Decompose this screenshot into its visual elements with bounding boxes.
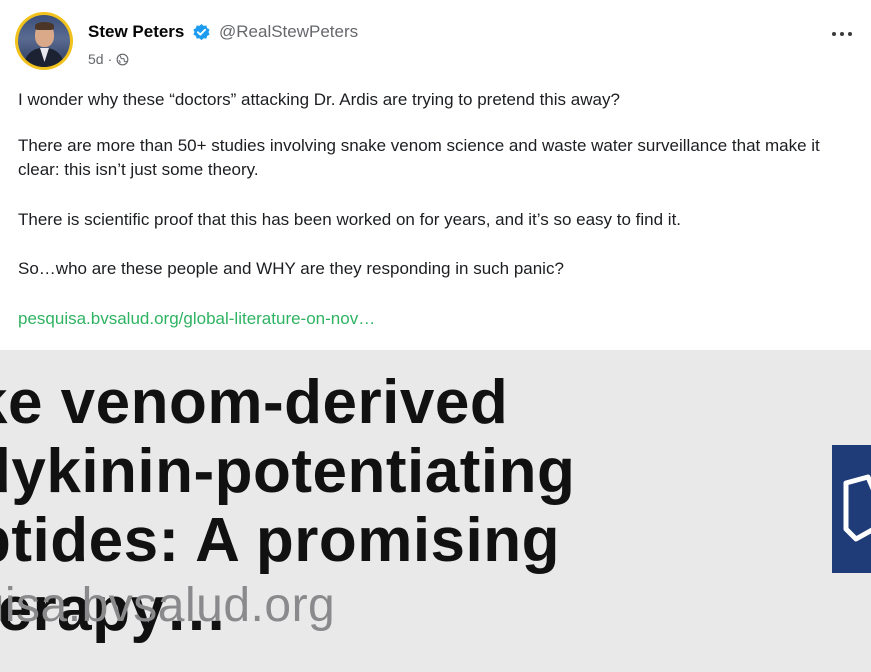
- more-options-icon-dot: [840, 32, 844, 36]
- post-timestamp[interactable]: 5d: [88, 51, 104, 67]
- avatar[interactable]: [15, 12, 73, 70]
- more-options-icon: [832, 32, 836, 36]
- more-options-button[interactable]: [826, 20, 858, 48]
- preview-thumbnail: [832, 445, 871, 573]
- author-name[interactable]: Stew Peters: [88, 22, 184, 42]
- avatar-image: [18, 15, 70, 67]
- more-options-icon-dot: [848, 32, 852, 36]
- author-handle[interactable]: @RealStewPeters: [219, 22, 358, 42]
- site-logo-icon: [843, 474, 871, 542]
- post-meta: 5d ·: [88, 51, 129, 67]
- meta-separator: ·: [107, 51, 113, 67]
- post-paragraph: There is scientific proof that this has …: [18, 210, 682, 229]
- post-link[interactable]: pesquisa.bvsalud.org/global-literature-o…: [18, 307, 375, 331]
- link-preview-card[interactable]: ake venom-derived adykinin-potentiating …: [0, 350, 871, 672]
- post-header: Stew Peters @RealStewPeters 5d ·: [0, 0, 871, 80]
- preview-domain: squisa.bvsalud.org: [0, 579, 336, 632]
- post-paragraph: I wonder why these “doctors” attacking D…: [18, 90, 620, 109]
- post-paragraph: So…who are these people and WHY are they…: [18, 259, 564, 278]
- post-paragraph: There are more than 50+ studies involvin…: [18, 136, 820, 179]
- verified-badge-icon: [193, 23, 210, 41]
- globe-icon: [116, 53, 129, 66]
